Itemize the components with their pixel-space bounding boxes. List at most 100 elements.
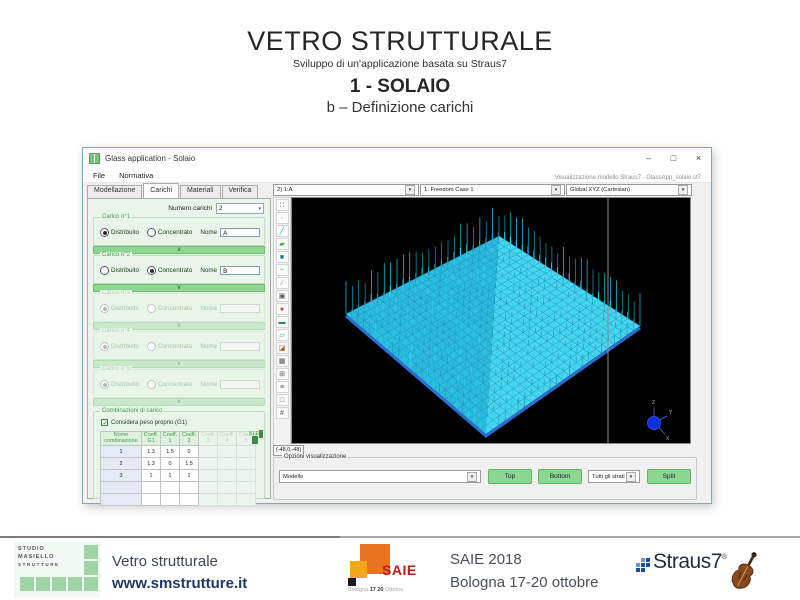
cell-c1[interactable]: 1.5 — [161, 446, 180, 458]
nome-input[interactable] — [220, 342, 260, 351]
cell-name[interactable]: 1 — [101, 446, 142, 458]
distribuito-radio[interactable] — [100, 228, 109, 237]
brick-attr-icon[interactable]: ◪ — [276, 342, 289, 354]
model-viewport[interactable]: ZYX — [291, 197, 691, 444]
cell-c2[interactable] — [180, 494, 199, 506]
cell-c4[interactable] — [218, 470, 237, 482]
cell-c1[interactable]: 1 — [161, 470, 180, 482]
cell-c3[interactable] — [199, 494, 218, 506]
concentrato-radio[interactable] — [147, 266, 156, 275]
cell-c4[interactable] — [218, 494, 237, 506]
cell-c5[interactable] — [237, 446, 256, 458]
cut-plane-icon[interactable]: ∕ — [276, 277, 289, 289]
cell-name[interactable] — [101, 482, 142, 494]
cell-c3[interactable] — [199, 446, 218, 458]
split-button[interactable]: Split — [647, 469, 691, 484]
cell-name[interactable]: 3 — [101, 470, 142, 482]
tab-verifica[interactable]: Verifica — [222, 185, 259, 198]
cell-c4[interactable] — [218, 482, 237, 494]
menu-item-normativa[interactable]: Normativa — [112, 171, 160, 180]
bottom-button[interactable]: Bottom — [538, 469, 582, 484]
sle-checkbox[interactable] — [261, 430, 263, 438]
link-tool-icon[interactable]: ~ — [276, 264, 289, 276]
concentrato-radio[interactable] — [147, 304, 156, 313]
mesh-tool-icon[interactable]: ≡ — [276, 381, 289, 393]
cell-c5[interactable] — [237, 494, 256, 506]
logo-line: STRUTTURE — [18, 562, 60, 569]
cell-g1[interactable]: 1 — [142, 470, 161, 482]
event-title: SAIE 2018 — [450, 549, 598, 572]
cell-c1[interactable] — [161, 494, 180, 506]
load-group-title: Carico n°3 — [100, 290, 132, 296]
close-button[interactable]: × — [686, 148, 711, 168]
nome-input[interactable] — [220, 304, 260, 313]
tab-materiali[interactable]: Materiali — [180, 185, 220, 198]
saie-logo-caption: Bologna 17 20 Ottobre — [348, 587, 403, 593]
cell-c2[interactable]: 1 — [180, 470, 199, 482]
cell-g1[interactable]: 1.3 — [142, 458, 161, 470]
nome-input[interactable]: A — [220, 228, 260, 237]
cell-c2[interactable]: 1.5 — [180, 458, 199, 470]
node-tool-icon[interactable]: ∙ — [276, 212, 289, 224]
distribuito-radio[interactable] — [100, 266, 109, 275]
logo-line: STUDIO — [18, 546, 60, 554]
layers-select[interactable]: Tutti gli strati▾ — [588, 470, 640, 483]
coordinate-system-select[interactable]: Global XYZ (Cartesian)▾ — [566, 184, 692, 196]
nome-input[interactable] — [220, 380, 260, 389]
tab-carichi[interactable]: Carichi — [143, 183, 179, 198]
brick-tool-icon[interactable]: ■ — [276, 251, 289, 263]
cell-c3[interactable] — [199, 458, 218, 470]
plate-tool-icon[interactable]: ▰ — [276, 238, 289, 250]
top-button[interactable]: Top — [488, 469, 532, 484]
load-group-title: Carico n°2 — [100, 252, 132, 258]
select-tool-icon[interactable]: ∷ — [276, 199, 289, 211]
freedom-case-select[interactable]: 1: Freedom Case 1▾ — [420, 184, 565, 196]
distribuito-radio[interactable] — [100, 380, 109, 389]
brand-url[interactable]: www.smstrutture.it — [112, 573, 247, 595]
load-group-2: Carico n°2DistribuitoConcentratoNomeB — [93, 255, 265, 284]
numero-carichi-select[interactable]: 2▾ — [216, 203, 264, 214]
concentrato-radio[interactable] — [147, 228, 156, 237]
cell-c5[interactable] — [237, 482, 256, 494]
maximize-button[interactable]: □ — [661, 148, 686, 168]
menu-item-file[interactable]: File — [86, 171, 112, 180]
zoom-tool-icon[interactable]: # — [276, 407, 289, 419]
beam-attr-icon[interactable]: ▬ — [276, 316, 289, 328]
distribuito-radio[interactable] — [100, 342, 109, 351]
load-group-5: Carico n°5DistribuitoConcentratoNome — [93, 369, 265, 398]
concentrato-radio[interactable] — [147, 342, 156, 351]
cell-c4[interactable] — [218, 446, 237, 458]
cell-g1[interactable]: 1.3 — [142, 446, 161, 458]
cell-name[interactable] — [101, 494, 142, 506]
grid-tool-icon[interactable]: ⊞ — [276, 368, 289, 380]
cell-c4[interactable] — [218, 458, 237, 470]
minimize-button[interactable]: – — [636, 148, 661, 168]
cell-c3[interactable] — [199, 482, 218, 494]
title-bar[interactable]: Glass application - Solaio – □ × — [83, 148, 711, 168]
layer-tool-icon[interactable]: □ — [276, 394, 289, 406]
cell-g1[interactable] — [142, 482, 161, 494]
window-select[interactable]: 2) 1:A▾ — [273, 184, 419, 196]
concentrato-radio[interactable] — [147, 380, 156, 389]
cell-c1[interactable] — [161, 482, 180, 494]
select-node-icon[interactable]: ▣ — [276, 290, 289, 302]
cell-name[interactable]: 2 — [101, 458, 142, 470]
cell-g1[interactable] — [142, 494, 161, 506]
tab-modellazione[interactable]: Modellazione — [87, 185, 142, 198]
node-attr-icon[interactable]: ● — [276, 303, 289, 315]
cell-c3[interactable] — [199, 470, 218, 482]
model-view-select[interactable]: Modello▾ — [279, 470, 481, 483]
cell-c5[interactable] — [237, 458, 256, 470]
beam-tool-icon[interactable]: ╱ — [276, 225, 289, 237]
copy-tool-icon[interactable]: ▦ — [276, 355, 289, 367]
cell-c2[interactable]: 0 — [180, 446, 199, 458]
sle-checkbox[interactable] — [256, 436, 258, 444]
cell-c1[interactable]: 0 — [161, 458, 180, 470]
cell-c5[interactable] — [237, 470, 256, 482]
cell-c2[interactable] — [180, 482, 199, 494]
distribuito-radio[interactable] — [100, 304, 109, 313]
nome-input[interactable]: B — [220, 266, 260, 275]
plate-attr-icon[interactable]: ▱ — [276, 329, 289, 341]
expand-bar[interactable]: ∨ — [93, 398, 265, 406]
peso-proprio-checkbox[interactable] — [101, 419, 108, 426]
